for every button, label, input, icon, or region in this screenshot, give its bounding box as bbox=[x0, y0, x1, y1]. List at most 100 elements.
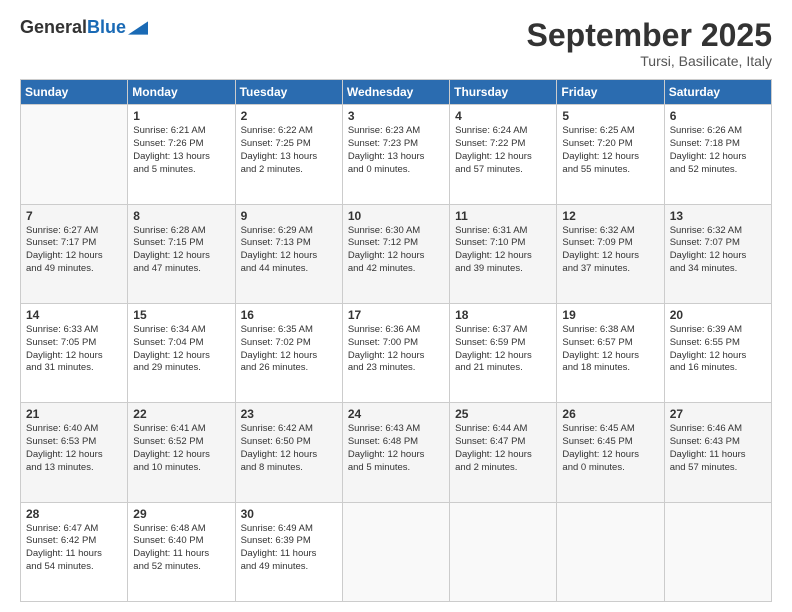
day-number: 2 bbox=[241, 109, 337, 123]
day-number: 13 bbox=[670, 209, 766, 223]
day-number: 23 bbox=[241, 407, 337, 421]
table-row: 13 Sunrise: 6:32 AM Sunset: 7:07 PM Dayli… bbox=[664, 204, 771, 303]
day-info: Sunrise: 6:26 AM Sunset: 7:18 PM Dayligh… bbox=[670, 125, 766, 176]
day-number: 25 bbox=[455, 407, 551, 421]
header-wednesday: Wednesday bbox=[342, 80, 449, 105]
table-row: 3 Sunrise: 6:23 AM Sunset: 7:23 PM Daylig… bbox=[342, 105, 449, 204]
day-number: 16 bbox=[241, 308, 337, 322]
table-row bbox=[450, 502, 557, 601]
logo-general: GeneralBlue bbox=[20, 18, 126, 38]
day-info: Sunrise: 6:27 AM Sunset: 7:17 PM Dayligh… bbox=[26, 225, 122, 276]
header-friday: Friday bbox=[557, 80, 664, 105]
day-number: 8 bbox=[133, 209, 229, 223]
table-row: 16 Sunrise: 6:35 AM Sunset: 7:02 PM Dayli… bbox=[235, 303, 342, 402]
day-info: Sunrise: 6:24 AM Sunset: 7:22 PM Dayligh… bbox=[455, 125, 551, 176]
table-row: 25 Sunrise: 6:44 AM Sunset: 6:47 PM Dayli… bbox=[450, 403, 557, 502]
day-number: 4 bbox=[455, 109, 551, 123]
day-info: Sunrise: 6:29 AM Sunset: 7:13 PM Dayligh… bbox=[241, 225, 337, 276]
table-row: 5 Sunrise: 6:25 AM Sunset: 7:20 PM Daylig… bbox=[557, 105, 664, 204]
header-sunday: Sunday bbox=[21, 80, 128, 105]
day-info: Sunrise: 6:39 AM Sunset: 6:55 PM Dayligh… bbox=[670, 324, 766, 375]
table-row: 11 Sunrise: 6:31 AM Sunset: 7:10 PM Dayli… bbox=[450, 204, 557, 303]
day-info: Sunrise: 6:32 AM Sunset: 7:07 PM Dayligh… bbox=[670, 225, 766, 276]
day-number: 18 bbox=[455, 308, 551, 322]
logo-icon bbox=[128, 21, 148, 35]
day-number: 20 bbox=[670, 308, 766, 322]
day-number: 21 bbox=[26, 407, 122, 421]
day-number: 11 bbox=[455, 209, 551, 223]
table-row bbox=[21, 105, 128, 204]
week-row-2: 7 Sunrise: 6:27 AM Sunset: 7:17 PM Daylig… bbox=[21, 204, 772, 303]
table-row: 22Sunrise: 6:41 AM Sunset: 6:52 PM Dayli… bbox=[128, 403, 235, 502]
day-number: 1 bbox=[133, 109, 229, 123]
day-number: 29 bbox=[133, 507, 229, 521]
day-info: Sunrise: 6:21 AM Sunset: 7:26 PM Dayligh… bbox=[133, 125, 229, 176]
day-info: Sunrise: 6:42 AM Sunset: 6:50 PM Dayligh… bbox=[241, 423, 337, 474]
location: Tursi, Basilicate, Italy bbox=[527, 53, 772, 69]
day-info: Sunrise: 6:37 AM Sunset: 6:59 PM Dayligh… bbox=[455, 324, 551, 375]
table-row: 8 Sunrise: 6:28 AM Sunset: 7:15 PM Daylig… bbox=[128, 204, 235, 303]
table-row: 26 Sunrise: 6:45 AM Sunset: 6:45 PM Dayli… bbox=[557, 403, 664, 502]
day-info: Sunrise: 6:34 AM Sunset: 7:04 PM Dayligh… bbox=[133, 324, 229, 375]
day-info: Sunrise: 6:45 AM Sunset: 6:45 PM Dayligh… bbox=[562, 423, 658, 474]
day-number: 15 bbox=[133, 308, 229, 322]
week-row-3: 14 Sunrise: 6:33 AM Sunset: 7:05 PM Dayli… bbox=[21, 303, 772, 402]
week-row-5: 28 Sunrise: 6:47 AM Sunset: 6:42 PM Dayli… bbox=[21, 502, 772, 601]
day-info: Sunrise: 6:43 AM Sunset: 6:48 PM Dayligh… bbox=[348, 423, 444, 474]
table-row: 24 Sunrise: 6:43 AM Sunset: 6:48 PM Dayli… bbox=[342, 403, 449, 502]
month-title: September 2025 bbox=[527, 18, 772, 53]
logo: GeneralBlue bbox=[20, 18, 148, 38]
table-row: 9Sunrise: 6:29 AM Sunset: 7:13 PM Daylig… bbox=[235, 204, 342, 303]
day-info: Sunrise: 6:49 AM Sunset: 6:39 PM Dayligh… bbox=[241, 523, 337, 574]
day-info: Sunrise: 6:40 AM Sunset: 6:53 PM Dayligh… bbox=[26, 423, 122, 474]
day-info: Sunrise: 6:36 AM Sunset: 7:00 PM Dayligh… bbox=[348, 324, 444, 375]
table-row: 21 Sunrise: 6:40 AM Sunset: 6:53 PM Dayli… bbox=[21, 403, 128, 502]
table-row: 6 Sunrise: 6:26 AM Sunset: 7:18 PM Daylig… bbox=[664, 105, 771, 204]
day-info: Sunrise: 6:23 AM Sunset: 7:23 PM Dayligh… bbox=[348, 125, 444, 176]
day-number: 24 bbox=[348, 407, 444, 421]
table-row: 10Sunrise: 6:30 AM Sunset: 7:12 PM Dayli… bbox=[342, 204, 449, 303]
day-number: 26 bbox=[562, 407, 658, 421]
day-info: Sunrise: 6:47 AM Sunset: 6:42 PM Dayligh… bbox=[26, 523, 122, 574]
day-info: Sunrise: 6:28 AM Sunset: 7:15 PM Dayligh… bbox=[133, 225, 229, 276]
table-row: 29 Sunrise: 6:48 AM Sunset: 6:40 PM Dayli… bbox=[128, 502, 235, 601]
table-row bbox=[664, 502, 771, 601]
table-row: 14 Sunrise: 6:33 AM Sunset: 7:05 PM Dayli… bbox=[21, 303, 128, 402]
day-info: Sunrise: 6:33 AM Sunset: 7:05 PM Dayligh… bbox=[26, 324, 122, 375]
day-number: 7 bbox=[26, 209, 122, 223]
day-info: Sunrise: 6:48 AM Sunset: 6:40 PM Dayligh… bbox=[133, 523, 229, 574]
day-info: Sunrise: 6:38 AM Sunset: 6:57 PM Dayligh… bbox=[562, 324, 658, 375]
day-number: 6 bbox=[670, 109, 766, 123]
day-number: 10 bbox=[348, 209, 444, 223]
header-monday: Monday bbox=[128, 80, 235, 105]
table-row: 23 Sunrise: 6:42 AM Sunset: 6:50 PM Dayli… bbox=[235, 403, 342, 502]
table-row: 1 Sunrise: 6:21 AM Sunset: 7:26 PM Daylig… bbox=[128, 105, 235, 204]
table-row: 15 Sunrise: 6:34 AM Sunset: 7:04 PM Dayli… bbox=[128, 303, 235, 402]
day-info: Sunrise: 6:35 AM Sunset: 7:02 PM Dayligh… bbox=[241, 324, 337, 375]
table-row bbox=[557, 502, 664, 601]
day-info: Sunrise: 6:44 AM Sunset: 6:47 PM Dayligh… bbox=[455, 423, 551, 474]
day-info: Sunrise: 6:22 AM Sunset: 7:25 PM Dayligh… bbox=[241, 125, 337, 176]
day-info: Sunrise: 6:25 AM Sunset: 7:20 PM Dayligh… bbox=[562, 125, 658, 176]
header-tuesday: Tuesday bbox=[235, 80, 342, 105]
day-number: 22 bbox=[133, 407, 229, 421]
page: GeneralBlue September 2025 Tursi, Basili… bbox=[0, 0, 792, 612]
table-row: 28 Sunrise: 6:47 AM Sunset: 6:42 PM Dayli… bbox=[21, 502, 128, 601]
day-number: 5 bbox=[562, 109, 658, 123]
day-info: Sunrise: 6:31 AM Sunset: 7:10 PM Dayligh… bbox=[455, 225, 551, 276]
table-row bbox=[342, 502, 449, 601]
day-number: 12 bbox=[562, 209, 658, 223]
table-row: 7 Sunrise: 6:27 AM Sunset: 7:17 PM Daylig… bbox=[21, 204, 128, 303]
day-number: 14 bbox=[26, 308, 122, 322]
table-row: 17Sunrise: 6:36 AM Sunset: 7:00 PM Dayli… bbox=[342, 303, 449, 402]
header-thursday: Thursday bbox=[450, 80, 557, 105]
day-number: 30 bbox=[241, 507, 337, 521]
calendar: Sunday Monday Tuesday Wednesday Thursday… bbox=[20, 79, 772, 602]
table-row: 12Sunrise: 6:32 AM Sunset: 7:09 PM Dayli… bbox=[557, 204, 664, 303]
day-info: Sunrise: 6:46 AM Sunset: 6:43 PM Dayligh… bbox=[670, 423, 766, 474]
header-saturday: Saturday bbox=[664, 80, 771, 105]
day-number: 3 bbox=[348, 109, 444, 123]
week-row-4: 21 Sunrise: 6:40 AM Sunset: 6:53 PM Dayli… bbox=[21, 403, 772, 502]
day-number: 28 bbox=[26, 507, 122, 521]
day-number: 27 bbox=[670, 407, 766, 421]
